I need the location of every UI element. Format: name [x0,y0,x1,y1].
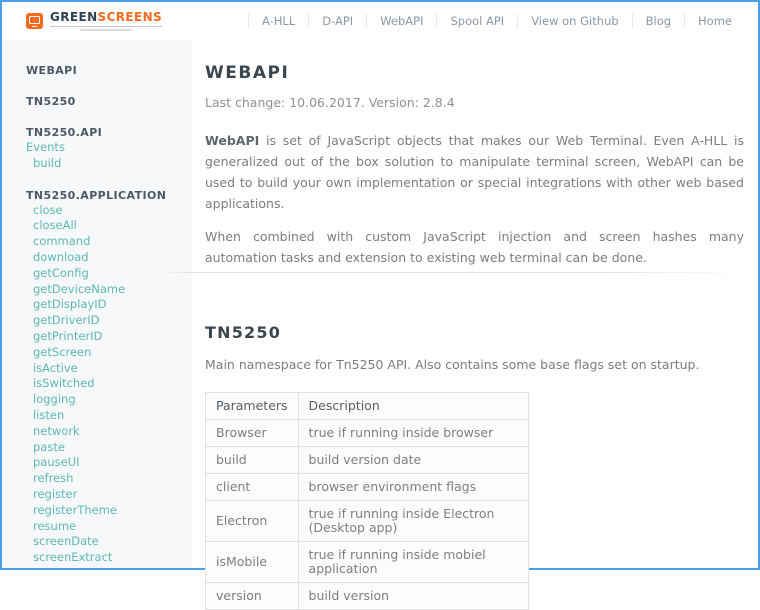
monitor-icon [26,13,43,29]
sidebar-link-paste[interactable]: paste [26,440,182,456]
nav-item-d-api[interactable]: D-API [308,14,366,28]
intro-paragraph: WebAPI is set of JavaScript objects that… [205,130,744,214]
table-header-cell: Description [297,392,530,420]
desc-cell: build version date [297,446,530,474]
sidebar-section-title[interactable]: TN5250.API [26,126,182,140]
desc-cell: true if running inside mobiel applicatio… [297,541,530,583]
desc-cell: true if running inside browser [297,419,530,447]
sidebar-link-listen[interactable]: listen [26,408,182,424]
automation-paragraph: When combined with custom JavaScript inj… [205,229,744,265]
sidebar-link-pauseui[interactable]: pauseUI [26,455,182,471]
sidebar-link-getdevicename[interactable]: getDeviceName [26,282,182,298]
main-content: WEBAPI Last change: 10.06.2017. Version:… [159,40,758,610]
parameters-table-head: Parameters Description [205,392,530,420]
section-divider [159,272,746,273]
sidebar-section-title[interactable]: TN5250 [26,95,182,109]
sidebar-link-events[interactable]: Events [26,140,182,156]
top-header: GREENSCREENS A-HLL D-API WebAPI Spool AP… [2,2,758,40]
nav-item-a-hll[interactable]: A-HLL [248,14,308,28]
parameters-table: Parameters Description Browser true if run… [205,392,530,610]
brand-logo[interactable]: GREENSCREENS [26,11,163,31]
table-row: Electron true if running inside Electron … [205,500,530,542]
brand-text: GREENSCREENS [50,11,163,31]
layout: WEBAPI TN5250 TN5250.API Events build TN5… [2,40,758,610]
param-cell: isMobile [205,541,299,583]
tn5250-intro: Main namespace for Tn5250 API. Also cont… [205,357,700,372]
sidebar-section: TN5250.API Events build [26,126,182,172]
nav-item-spool-api[interactable]: Spool API [436,14,517,28]
table-row: isMobile true if running inside mobiel ap… [205,541,530,583]
brand-tagline [80,29,133,31]
sidebar-section: TN5250.APPLICATION close closeAll command d… [26,189,182,566]
sidebar-link-network[interactable]: network [26,424,182,440]
nav-item-view-on-github[interactable]: View on Github [517,14,631,28]
sidebar-link-register[interactable]: register [26,487,182,503]
param-cell: Electron [205,500,299,542]
sidebar-link-getdisplayid[interactable]: getDisplayID [26,297,182,313]
sidebar-link-screenextract[interactable]: screenExtract [26,550,182,566]
table-row: client browser environment flags [205,473,530,501]
sidebar-link-logging[interactable]: logging [26,392,182,408]
sidebar-link-isactive[interactable]: isActive [26,361,182,377]
sidebar-link-close[interactable]: close [26,203,182,219]
sidebar: WEBAPI TN5250 TN5250.API Events build TN5… [2,40,192,568]
brand-name: GREENSCREENS [50,11,162,24]
sidebar-link-command[interactable]: command [26,234,182,250]
param-cell: build [205,446,299,474]
sidebar-link-registertheme[interactable]: registerTheme [26,503,182,519]
sidebar-link-screendate[interactable]: screenDate [26,534,182,550]
desc-cell: true if running inside Electron (Desktop… [297,500,530,542]
page: { "colors": { "screenshot_border": "#4a9… [0,0,760,610]
table-header-cell: Parameters [205,392,299,420]
param-cell: version [205,582,299,610]
sidebar-link-getdriverid[interactable]: getDriverID [26,313,182,329]
tn5250-title: TN5250 [205,323,282,342]
nav-item-home[interactable]: Home [684,14,745,28]
sidebar-link-closeall[interactable]: closeAll [26,218,182,234]
brand-word-green: GREEN [50,10,98,24]
nav-item-blog[interactable]: Blog [631,14,684,28]
top-nav: A-HLL D-API WebAPI Spool API View on Git… [248,2,745,40]
last-change-meta: Last change: 10.06.2017. Version: 2.8.4 [205,95,455,110]
table-row: version build version [205,582,530,610]
param-cell: Browser [205,419,299,447]
sidebar-link-refresh[interactable]: refresh [26,471,182,487]
nav-item-webapi[interactable]: WebAPI [366,14,436,28]
sidebar-link-download[interactable]: download [26,250,182,266]
sidebar-link-getconfig[interactable]: getConfig [26,266,182,282]
sidebar-link-build[interactable]: build [26,156,182,172]
table-row: Browser true if running inside browser [205,419,530,447]
sidebar-link-getscreen[interactable]: getScreen [26,345,182,361]
sidebar-section-title[interactable]: WEBAPI [26,64,182,78]
brand-underline [50,26,163,27]
sidebar-link-isswitched[interactable]: isSwitched [26,376,182,392]
parameters-table-body: Browser true if running inside browser bui… [205,419,530,610]
table-header-row: Parameters Description [205,392,530,420]
table-row: build build version date [205,446,530,474]
sidebar-link-resume[interactable]: resume [26,519,182,535]
sidebar-section-title[interactable]: TN5250.APPLICATION [26,189,182,203]
param-cell: client [205,473,299,501]
desc-cell: browser environment flags [297,473,530,501]
intro-paragraph-rest: is set of JavaScript objects that makes … [205,133,744,211]
intro-paragraph-lead: WebAPI [205,133,260,148]
sidebar-section: WEBAPI [26,64,182,78]
sidebar-section: TN5250 [26,95,182,109]
page-title: WEBAPI [205,63,290,83]
desc-cell: build version [297,582,530,610]
brand-word-screens: SCREENS [97,10,163,24]
sidebar-link-getprinterid[interactable]: getPrinterID [26,329,182,345]
